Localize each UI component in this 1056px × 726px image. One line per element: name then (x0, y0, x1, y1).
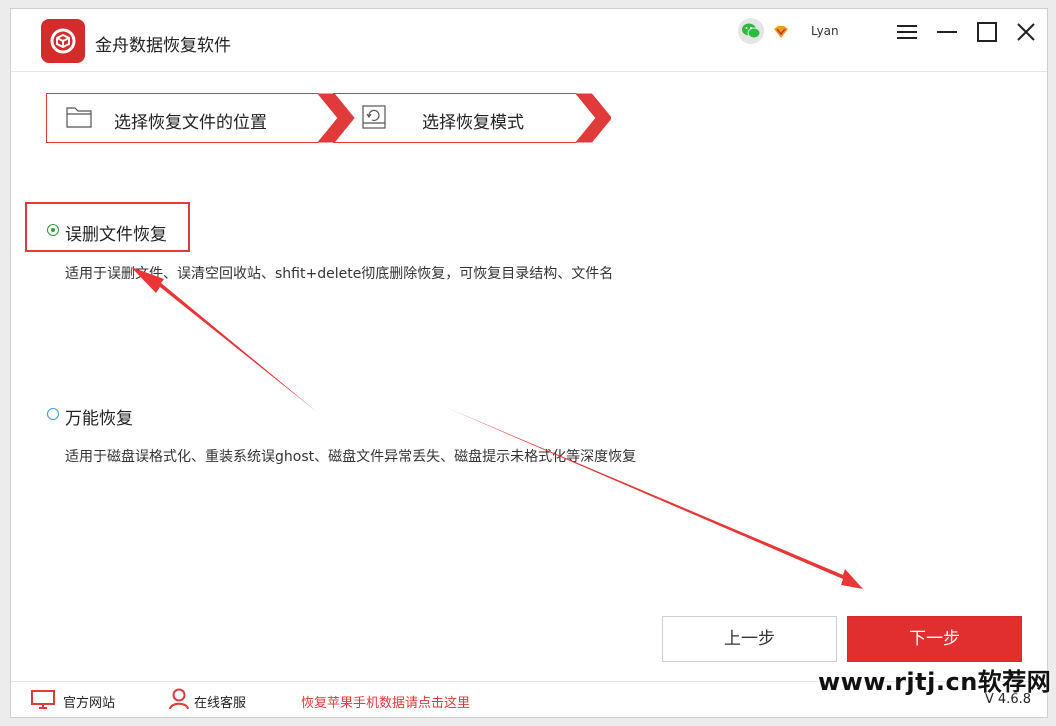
apple-recovery-link[interactable]: 恢复苹果手机数据请点击这里 (301, 692, 470, 711)
next-step-button[interactable]: 下一步 (847, 616, 1022, 662)
app-window: 金舟数据恢复软件 Lyan 选择恢复文件的位置 选择恢复模式 误删文件恢复 适用… (10, 8, 1048, 718)
arrow-to-next-icon (445, 407, 863, 589)
online-service-link[interactable]: 在线客服 (194, 692, 246, 711)
arrow-to-option-icon (131, 267, 317, 412)
annotation-arrows (131, 267, 863, 589)
official-site-link[interactable]: 官方网站 (63, 692, 115, 711)
customer-service-icon[interactable] (169, 688, 189, 714)
previous-step-button[interactable]: 上一步 (662, 616, 837, 662)
watermark: www.rjtj.cn软荐网 (818, 668, 1052, 696)
monitor-icon[interactable] (31, 690, 55, 714)
